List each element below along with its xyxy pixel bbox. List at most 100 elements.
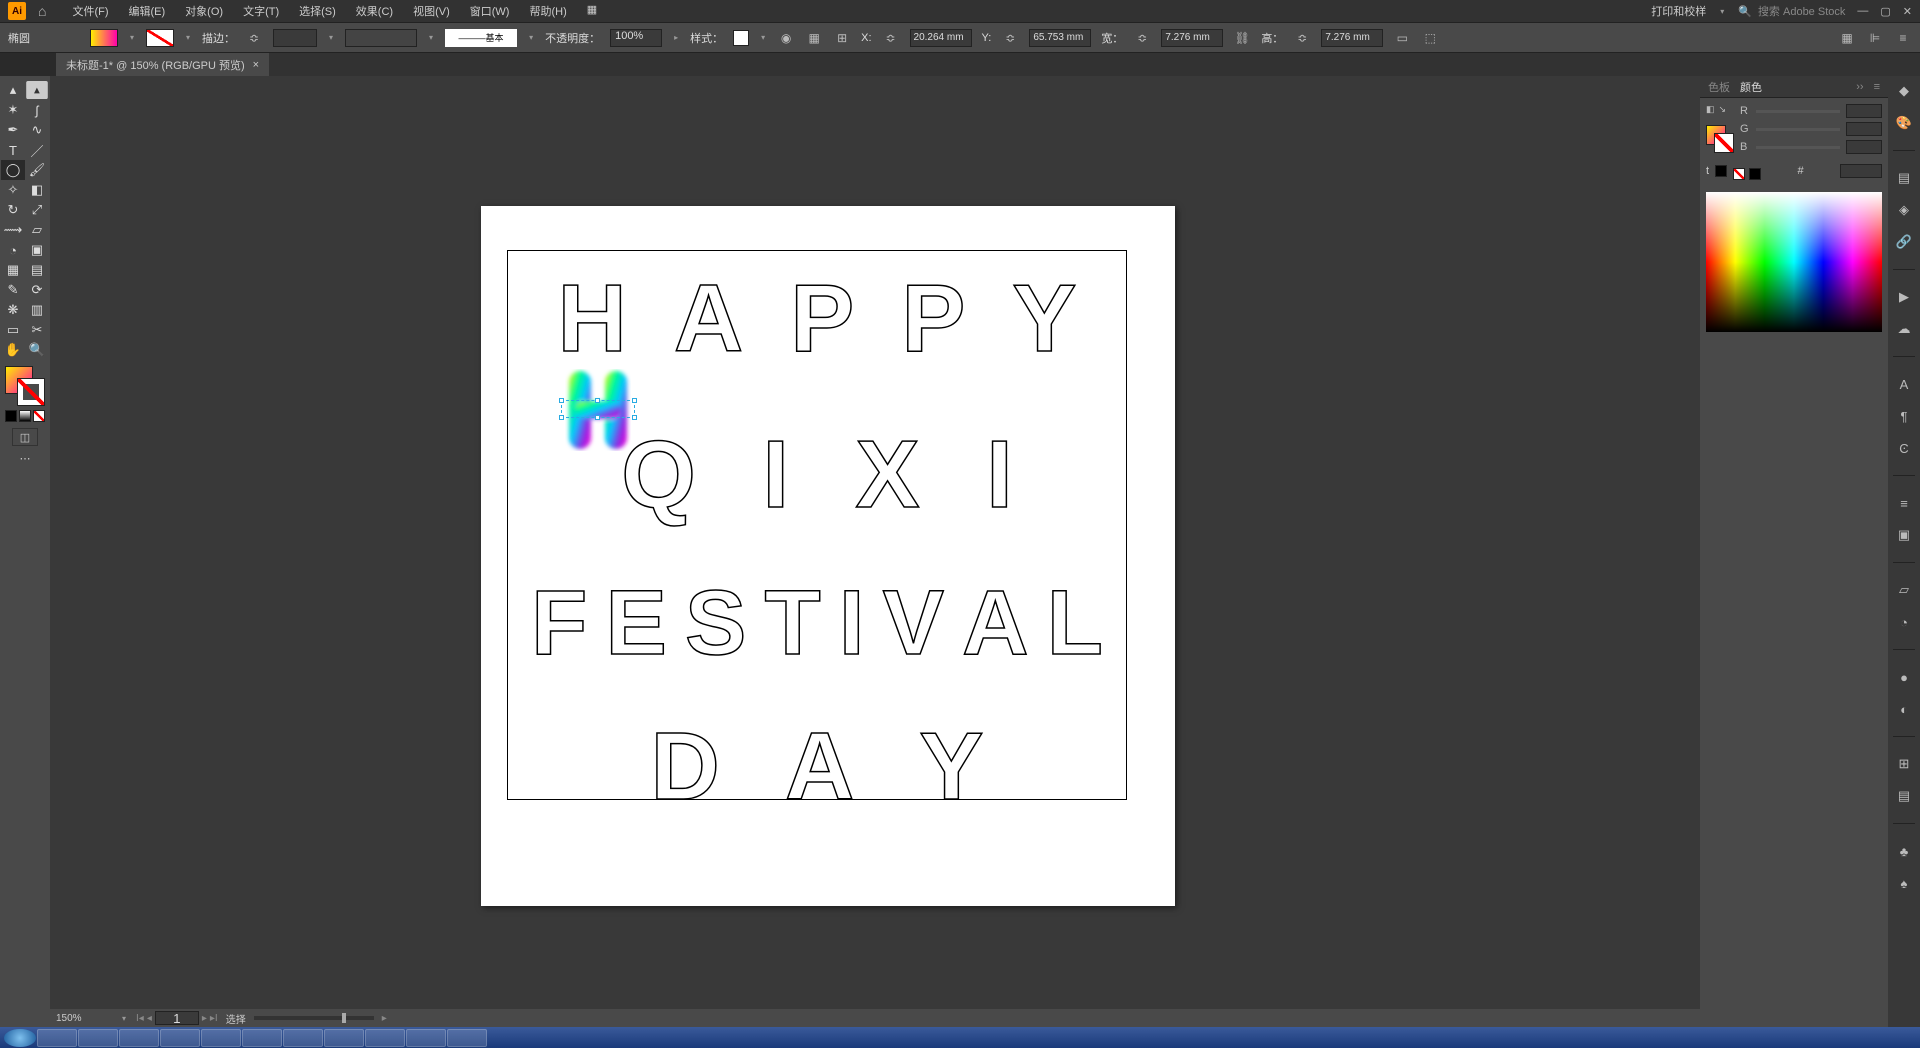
taskbar-item[interactable] [447, 1029, 487, 1047]
b-slider[interactable] [1756, 146, 1840, 149]
home-icon[interactable]: ⌂ [38, 3, 46, 19]
opentype-panel-icon[interactable]: Ͼ [1895, 439, 1913, 457]
taskbar-item[interactable] [37, 1029, 77, 1047]
stroke-style-select[interactable]: ——— 基本 [445, 29, 517, 47]
color-mode-solid[interactable] [5, 410, 17, 422]
lasso-tool[interactable]: ʃ [25, 100, 49, 120]
color-spectrum[interactable] [1706, 192, 1882, 332]
transform-panel-icon[interactable]: ▱ [1895, 581, 1913, 599]
fill-swatch[interactable] [90, 29, 118, 47]
taskbar-item[interactable] [406, 1029, 446, 1047]
mini-fill-stroke[interactable] [1706, 125, 1734, 153]
h-input[interactable]: 7.276 mm [1321, 29, 1383, 47]
blend-tool[interactable]: ⟳ [25, 280, 49, 300]
drawing-mode[interactable]: ◫ [12, 428, 38, 446]
play-icon[interactable]: ▶ [1895, 288, 1913, 306]
direct-selection-tool[interactable]: ▴ [26, 81, 48, 99]
taskbar-item[interactable] [119, 1029, 159, 1047]
stepper-icon[interactable]: ≎ [1001, 29, 1019, 47]
zoom-tool[interactable]: 🔍 [25, 340, 49, 360]
chevron-down-icon[interactable]: ▾ [759, 33, 767, 42]
menu-lines-icon[interactable]: ≡ [1894, 29, 1912, 47]
artboard-number-input[interactable] [155, 1011, 199, 1025]
shape-builder-tool[interactable]: ◔ [1, 240, 25, 260]
close-icon[interactable]: ✕ [1903, 5, 1912, 18]
chevron-down-icon[interactable]: ▾ [1718, 7, 1726, 16]
edit-toolbar-icon[interactable]: ⋯ [20, 452, 31, 465]
properties-panel-icon[interactable]: ◆ [1895, 82, 1913, 100]
menu-select[interactable]: 选择(S) [289, 3, 346, 19]
menu-edit[interactable]: 编辑(E) [119, 3, 176, 19]
tab-color[interactable]: 颜色 [1740, 79, 1762, 95]
y-input[interactable]: 65.753 mm [1029, 29, 1091, 47]
panel-collapse-icon[interactable]: ›› [1856, 81, 1863, 93]
workspace-switcher[interactable]: 打印和校样 [1651, 3, 1706, 19]
stroke-proxy-icon[interactable]: ↘ [1719, 104, 1727, 115]
taskbar-item[interactable] [365, 1029, 405, 1047]
menu-grid-icon[interactable]: ▦ [577, 3, 607, 19]
hand-tool[interactable]: ✋ [1, 340, 25, 360]
character-panel-icon[interactable]: A [1895, 375, 1913, 393]
zoom-level[interactable]: 150% [56, 1013, 112, 1024]
color-mode-none[interactable] [33, 410, 45, 422]
search-stock[interactable]: 🔍 搜索 Adobe Stock [1738, 3, 1845, 19]
first-icon[interactable]: I◂ [136, 1013, 144, 1024]
scale-tool[interactable]: ⤢ [25, 200, 49, 220]
menu-effect[interactable]: 效果(C) [346, 3, 403, 19]
taskbar-item[interactable] [160, 1029, 200, 1047]
prev-icon[interactable]: ◂ [147, 1013, 152, 1024]
stroke-variable-width[interactable] [345, 29, 417, 47]
gradient-tool[interactable]: ▤ [25, 260, 49, 280]
selection-handles[interactable] [561, 400, 635, 418]
fill-proxy-icon[interactable]: ◧ [1706, 104, 1715, 115]
symbol-sprayer-tool[interactable]: ❋ [1, 300, 25, 320]
appearance-panel-icon[interactable]: ◔ [1895, 613, 1913, 631]
none-swatch[interactable] [1733, 168, 1745, 180]
w-input[interactable]: 7.276 mm [1161, 29, 1223, 47]
perspective-tool[interactable]: ▣ [25, 240, 49, 260]
taskbar-item[interactable] [283, 1029, 323, 1047]
r-input[interactable] [1846, 104, 1882, 118]
stepper-icon[interactable]: ≎ [882, 29, 900, 47]
taskbar-item[interactable] [324, 1029, 364, 1047]
stroke-weight-input[interactable] [273, 29, 317, 47]
artboard-tool[interactable]: ▭ [1, 320, 25, 340]
grid-icon[interactable]: ⊞ [1895, 755, 1913, 773]
chevron-right-icon[interactable]: ▸ [672, 33, 680, 42]
menu-type[interactable]: 文字(T) [233, 3, 289, 19]
menu-view[interactable]: 视图(V) [403, 3, 460, 19]
close-tab-icon[interactable]: × [253, 59, 259, 71]
g-slider[interactable] [1756, 128, 1840, 131]
graphic-styles-icon[interactable]: ◐ [1895, 700, 1913, 718]
last-icon[interactable]: ▸I [210, 1013, 218, 1024]
brush-tool[interactable]: 🖌 [25, 160, 49, 180]
hex-input[interactable] [1840, 164, 1882, 178]
chevron-down-icon[interactable]: ▾ [128, 33, 136, 42]
rotate-tool[interactable]: ↻ [1, 200, 25, 220]
eyedropper-tool[interactable]: ✎ [1, 280, 25, 300]
taskbar-item[interactable] [242, 1029, 282, 1047]
color-mode-gradient[interactable] [19, 410, 31, 422]
pen-tool[interactable]: ✒ [1, 120, 25, 140]
free-transform-tool[interactable]: ▱ [25, 220, 49, 240]
minimize-icon[interactable]: — [1857, 5, 1868, 18]
x-input[interactable]: 20.264 mm [910, 29, 972, 47]
stroke-swatch[interactable] [146, 29, 174, 47]
chevron-down-icon[interactable]: ▾ [427, 33, 435, 42]
tab-swatches[interactable]: 色板 [1708, 79, 1730, 95]
shaper-tool[interactable]: ✧ [1, 180, 25, 200]
width-tool[interactable]: ⟿ [1, 220, 25, 240]
brushes-panel-icon[interactable]: ♠ [1895, 874, 1913, 892]
stepper-icon[interactable]: ≎ [245, 29, 263, 47]
cc-libraries-icon[interactable]: ☁ [1895, 320, 1913, 338]
recolor-icon[interactable]: ◉ [777, 29, 795, 47]
links-panel-icon[interactable]: 🔗 [1895, 233, 1913, 251]
stroke-box[interactable] [17, 378, 45, 406]
r-slider[interactable] [1756, 110, 1840, 113]
chevron-down-icon[interactable]: ▾ [327, 33, 335, 42]
menu-window[interactable]: 窗口(W) [460, 3, 520, 19]
panel-menu-icon[interactable]: ≡ [1874, 81, 1880, 93]
scroll-right-icon[interactable]: ▸ [382, 1013, 387, 1024]
align-panel-icon[interactable]: ≡ [1895, 494, 1913, 512]
stepper-icon[interactable]: ≎ [1133, 29, 1151, 47]
